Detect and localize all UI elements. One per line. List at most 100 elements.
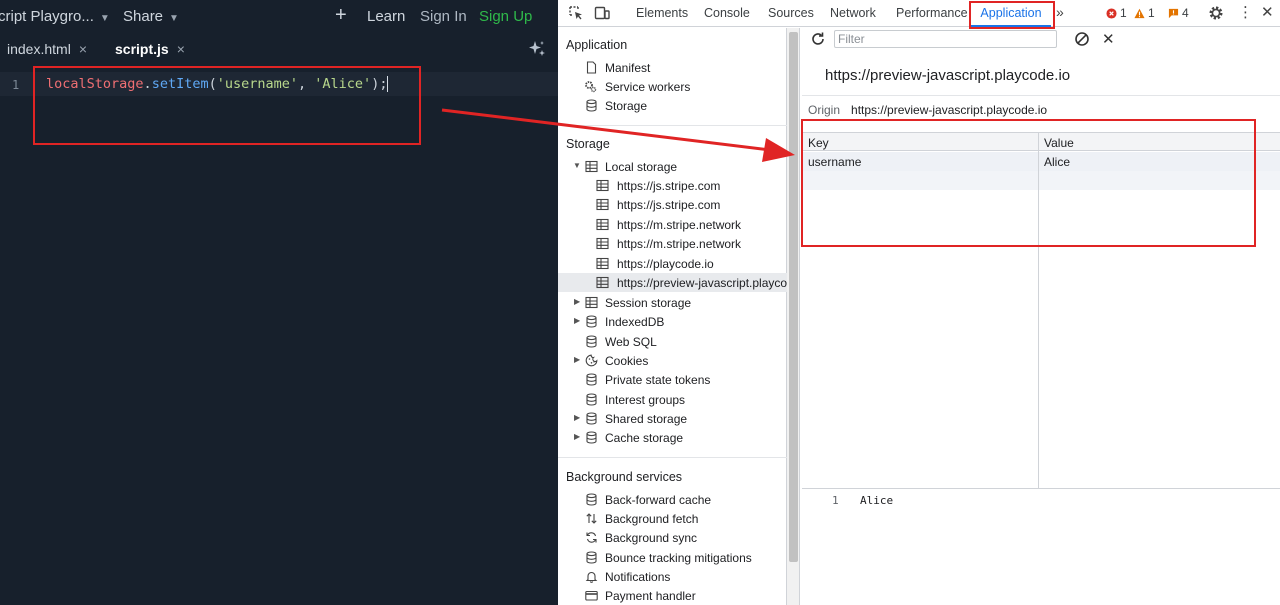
chevron-down-icon: ▼ — [169, 13, 179, 24]
inspect-element-icon[interactable] — [568, 5, 584, 21]
collapsed-arrow-icon[interactable]: ▶ — [574, 432, 580, 441]
tab-network[interactable]: Network — [830, 6, 876, 20]
project-title: cript Playgro... — [0, 8, 94, 25]
clear-all-icon[interactable] — [1074, 31, 1090, 47]
tab-performance[interactable]: Performance — [896, 6, 968, 20]
sidebar-item-background-fetch[interactable]: Background fetch — [558, 509, 787, 528]
code-highlight-box — [33, 66, 421, 145]
collapsed-arrow-icon[interactable]: ▶ — [574, 297, 580, 306]
sidebar-item-label: Bounce tracking mitigations — [605, 551, 752, 565]
local-storage-origin[interactable]: https://m.stripe.network — [558, 215, 787, 234]
sidebar-item-manifest[interactable]: Manifest — [558, 58, 787, 77]
sync-icon — [586, 532, 597, 543]
tab-console[interactable]: Console — [704, 6, 750, 20]
divider — [558, 457, 787, 458]
sidebar-item-back-forward-cache[interactable]: Back-forward cache — [558, 490, 787, 509]
storage-toolbar: ✕ — [802, 28, 1280, 52]
tab-elements[interactable]: Elements — [636, 6, 688, 20]
close-icon[interactable]: × — [79, 41, 87, 57]
sidebar-item-payment-handler[interactable]: Payment handler — [558, 586, 787, 605]
sidebar-item-service-workers[interactable]: Service workers — [558, 77, 787, 96]
table-icon — [596, 218, 609, 231]
error-count-badge[interactable]: 1 — [1106, 6, 1127, 20]
collapsed-arrow-icon[interactable]: ▶ — [574, 316, 580, 325]
local-storage-origin[interactable]: https://js.stripe.com — [558, 176, 787, 195]
local-storage-origin[interactable]: https://m.stripe.network — [558, 234, 787, 253]
sidebar-item-label: Back-forward cache — [605, 493, 712, 507]
sidebar-item-label: IndexedDB — [605, 315, 665, 329]
sidebar-item-cache-storage[interactable]: ▶ Cache storage — [558, 428, 787, 447]
local-storage-origin[interactable]: https://playcode.io — [558, 254, 787, 273]
database-icon — [586, 99, 597, 112]
local-storage-origin[interactable]: https://js.stripe.com — [558, 195, 787, 214]
refresh-icon[interactable] — [810, 31, 826, 47]
database-icon — [586, 373, 597, 386]
project-menu[interactable]: cript Playgro... ▼ — [0, 8, 110, 25]
sidebar-item-local-storage[interactable]: ▼ Local storage — [558, 157, 787, 176]
sidebar-item-shared-storage[interactable]: ▶ Shared storage — [558, 409, 787, 428]
sign-up-link[interactable]: Sign Up — [479, 8, 532, 25]
database-icon — [586, 551, 597, 564]
sidebar-item-web-sql[interactable]: Web SQL — [558, 332, 787, 351]
expanded-arrow-icon[interactable]: ▼ — [573, 161, 581, 170]
sidebar-item-background-sync[interactable]: Background sync — [558, 528, 787, 547]
editor-topbar: cript Playgro... ▼ Share ▼ + Learn Sign In… — [0, 0, 558, 33]
sidebar-item-label: Background fetch — [605, 512, 699, 526]
filter-input[interactable] — [834, 30, 1057, 48]
table-icon — [596, 257, 609, 270]
close-icon[interactable]: ✕ — [1261, 3, 1274, 21]
issues-count-badge[interactable]: 4 — [1168, 6, 1189, 20]
learn-link[interactable]: Learn — [367, 8, 405, 25]
sign-in-link[interactable]: Sign In — [420, 8, 467, 25]
value-preview: Alice — [860, 494, 894, 507]
sidebar-item-notifications[interactable]: Notifications — [558, 567, 787, 586]
sidebar-item-label: Cookies — [605, 354, 649, 368]
more-options-icon[interactable]: ⋮ — [1238, 3, 1253, 21]
new-file-button[interactable]: + — [335, 4, 347, 27]
gear-icon[interactable] — [1208, 5, 1224, 21]
tab-index-html[interactable]: index.html × — [7, 41, 87, 57]
sidebar-item-private-state-tokens[interactable]: Private state tokens — [558, 370, 787, 389]
collapsed-arrow-icon[interactable]: ▶ — [574, 413, 580, 422]
sidebar-scrollbar[interactable] — [787, 28, 800, 605]
local-storage-origin-selected[interactable]: https://preview-javascript.playcode.io — [558, 273, 787, 292]
preview-line-number: 1 — [832, 494, 839, 507]
scrollbar-thumb[interactable] — [789, 32, 798, 562]
tab-script-js[interactable]: script.js × — [115, 41, 185, 57]
credit-card-icon — [585, 590, 598, 601]
sidebar-item-label: Manifest — [605, 61, 651, 75]
warning-count-badge[interactable]: 1 — [1134, 6, 1155, 20]
line-number: 1 — [12, 78, 20, 92]
close-icon[interactable]: × — [177, 41, 185, 57]
sidebar-item-label: Local storage — [605, 160, 678, 174]
database-icon — [586, 393, 597, 406]
database-icon — [586, 431, 597, 444]
divider — [558, 125, 787, 126]
delete-selected-icon[interactable]: ✕ — [1102, 30, 1115, 48]
issue-flag-icon — [1168, 8, 1179, 18]
tab-label: script.js — [115, 41, 169, 57]
collapsed-arrow-icon[interactable]: ▶ — [574, 355, 580, 364]
file-tabs: index.html × script.js × — [0, 33, 558, 66]
sidebar-item-label: Service workers — [605, 80, 691, 94]
sidebar-item-bounce-tracking[interactable]: Bounce tracking mitigations — [558, 548, 787, 567]
sidebar-item-session-storage[interactable]: ▶ Session storage — [558, 293, 787, 312]
sidebar-item-interest-groups[interactable]: Interest groups — [558, 390, 787, 409]
table-icon — [596, 198, 609, 211]
share-menu[interactable]: Share ▼ — [123, 8, 179, 25]
device-toolbar-icon[interactable] — [594, 5, 610, 21]
sparkle-icon[interactable] — [528, 40, 546, 63]
cookie-icon — [585, 354, 598, 367]
sidebar-item-indexeddb[interactable]: ▶ IndexedDB — [558, 312, 787, 331]
sidebar-item-cookies[interactable]: ▶ Cookies — [558, 351, 787, 370]
share-label: Share — [123, 8, 164, 25]
sidebar-item-storage[interactable]: Storage — [558, 96, 787, 115]
origin-row: Origin https://preview-javascript.playcod… — [808, 103, 1047, 117]
sidebar-item-label: Web SQL — [605, 335, 657, 349]
tab-sources[interactable]: Sources — [768, 6, 814, 20]
table-icon — [596, 276, 609, 289]
divider — [802, 95, 1280, 96]
more-tabs-button[interactable]: » — [1056, 4, 1064, 20]
up-down-arrows-icon — [586, 513, 597, 524]
application-section-heading: Application — [566, 38, 628, 52]
